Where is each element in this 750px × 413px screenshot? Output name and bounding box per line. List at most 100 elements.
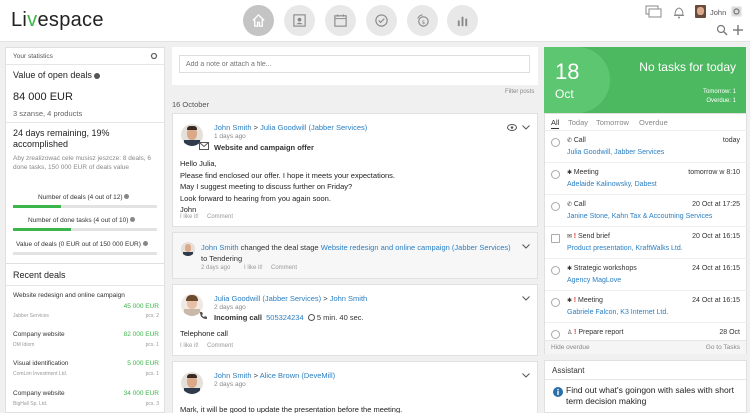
clock-icon	[307, 314, 315, 321]
info-icon[interactable]	[94, 72, 101, 79]
task-checkbox[interactable]	[551, 298, 560, 307]
chevron-down-icon[interactable]	[522, 373, 530, 378]
nav-reports[interactable]	[447, 5, 478, 36]
chat-icon[interactable]	[645, 5, 662, 18]
no-tasks-headline: No tasks for today	[639, 60, 736, 74]
goal-value-bar	[13, 252, 157, 255]
phone-icon: ✆	[567, 138, 574, 144]
task-item[interactable]: ✆ Call 20 Oct at 17:25 Janine Stone, Kahn …	[545, 194, 748, 226]
meeting-icon: ✱	[567, 266, 574, 272]
stage-change-text: John Smith changed the deal stage Websit…	[201, 243, 511, 263]
author-link[interactable]: John Smith	[214, 123, 252, 132]
task-checkbox[interactable]	[551, 234, 560, 243]
goal-deals-label: Number of deals (4 out of 12)	[38, 194, 130, 201]
tab-today[interactable]: Today	[568, 118, 588, 127]
filter-posts-link[interactable]: Filter posts	[505, 89, 534, 95]
open-deals-label: Value of open deals	[13, 70, 101, 80]
task-item[interactable]: ✱ Strategic workshops 24 Oct at 16:15 Agen…	[545, 258, 748, 290]
target-link[interactable]: Julia Goodwill (Jabber Services)	[260, 123, 367, 132]
goal-deals-bar	[13, 205, 157, 208]
info-icon[interactable]	[130, 217, 136, 222]
money-icon: $	[417, 14, 429, 27]
avatar[interactable]	[181, 242, 195, 256]
nav-tasks[interactable]	[366, 5, 397, 36]
user-name[interactable]: John	[710, 8, 726, 17]
call-details: Incoming call 505324234 5 min. 40 sec.	[214, 313, 364, 322]
comment-link[interactable]: Comment	[207, 214, 233, 220]
tab-tomorrow[interactable]: Tomorrow	[596, 118, 629, 127]
author-link[interactable]: John Smith	[201, 243, 239, 252]
eye-icon[interactable]	[507, 124, 517, 131]
bar-chart-icon	[457, 16, 468, 27]
check-circle-icon	[375, 14, 388, 27]
task-checkbox[interactable]	[551, 266, 560, 275]
task-item[interactable]: ✉ ! Send brief 20 Oct at 16:15 Product pre…	[545, 226, 748, 258]
task-item[interactable]: ✆ Call today Julia Goodwill, Jabber Servic…	[545, 130, 748, 162]
target-link[interactable]: John Smith	[330, 294, 368, 303]
search-icon[interactable]	[716, 24, 728, 36]
chevron-down-icon[interactable]	[522, 125, 530, 130]
home-icon	[252, 13, 265, 27]
user-avatar[interactable]	[695, 5, 706, 18]
info-icon[interactable]	[124, 194, 130, 199]
task-item[interactable]: ✱ Meeting tomorrow w 8:10 Adelaide Kalinow…	[545, 162, 748, 194]
task-checkbox[interactable]	[551, 330, 560, 339]
plus-icon[interactable]	[732, 24, 744, 36]
task-checkbox[interactable]	[551, 202, 560, 211]
info-icon[interactable]	[142, 241, 148, 246]
chevron-down-icon[interactable]	[522, 296, 530, 301]
feed-post: Julia Goodwill (Jabber Services) > John …	[172, 284, 538, 356]
tab-all[interactable]: All	[551, 118, 560, 129]
like-link[interactable]: I like it!	[180, 343, 199, 349]
today-day: 18	[555, 59, 580, 84]
nav-calendar[interactable]	[325, 5, 356, 36]
author-link[interactable]: Julia Goodwill (Jabber Services)	[214, 294, 321, 303]
nav-contacts[interactable]	[284, 5, 315, 36]
settings-gear-icon[interactable]	[150, 52, 158, 60]
bell-icon[interactable]	[673, 5, 685, 19]
deal-link[interactable]: Website redesign and online campaign (Ja…	[321, 243, 511, 252]
phone-link[interactable]: 505324234	[266, 313, 304, 322]
task-checkbox[interactable]	[551, 138, 560, 147]
note-box	[172, 47, 538, 85]
svg-text:$: $	[422, 20, 426, 26]
comment-link[interactable]: Comment	[207, 343, 233, 349]
post-time: 2 days ago	[214, 381, 246, 388]
like-link[interactable]: I like it!	[180, 214, 199, 220]
feed-post: John Smith changed the deal stage Websit…	[172, 232, 538, 279]
tab-overdue[interactable]: Overdue	[639, 118, 668, 127]
envelope-icon	[199, 142, 209, 150]
nav-deals[interactable]: $	[407, 5, 438, 36]
post-header: John Smith > Julia Goodwill (Jabber Serv…	[214, 123, 368, 132]
tasks-footer: Hide overdue Go to Tasks	[545, 340, 746, 354]
note-input[interactable]	[179, 55, 530, 73]
open-deals-sub: 3 szanse, 4 products	[13, 109, 83, 118]
comment-link[interactable]: Comment	[271, 265, 297, 271]
chevron-down-icon[interactable]	[522, 244, 530, 249]
assistant-text[interactable]: Find out what's goingon with sales with …	[566, 385, 742, 407]
livespace-logo[interactable]: Livespace	[11, 9, 104, 32]
post-body: Mark, it will be good to update the pres…	[180, 405, 403, 413]
feed-date: 16 October	[172, 100, 210, 109]
author-link[interactable]: John Smith	[214, 371, 252, 380]
nav-home[interactable]	[243, 5, 274, 36]
feed-post: John Smith > Julia Goodwill (Jabber Serv…	[172, 113, 538, 227]
info-icon	[553, 387, 563, 397]
gear-icon[interactable]	[731, 6, 742, 17]
hide-overdue-link[interactable]: Hide overdue	[551, 344, 590, 351]
goal-value-label: Value of deals (0 EUR out of 150 000 EUR…	[16, 241, 148, 248]
task-item[interactable]: ✱ ! Meeting 24 Oct at 16:15 Gabriele Falco…	[545, 290, 748, 322]
recent-deals-panel: Recent deals Website redesign and online…	[5, 263, 165, 413]
goals-hint: Aby zrealizować cele musisz jeszcze: 8 d…	[13, 155, 152, 171]
task-item[interactable]: ♙ ! Prepare report 28 Oct	[545, 322, 748, 340]
task-checkbox[interactable]	[551, 170, 560, 179]
avatar[interactable]	[181, 372, 203, 394]
report-icon: ♙	[567, 330, 575, 336]
goal-tasks-label: Number of done tasks (4 out of 10)	[28, 217, 136, 224]
like-link[interactable]: I like it!	[244, 265, 263, 271]
calendar-icon	[334, 14, 347, 27]
go-to-tasks-link[interactable]: Go to Tasks	[706, 344, 740, 351]
target-link[interactable]: Alice Brown (DeveMill)	[260, 371, 335, 380]
top-bar: Livespace $ John	[0, 0, 750, 42]
assistant-title: Assistant	[552, 366, 585, 375]
